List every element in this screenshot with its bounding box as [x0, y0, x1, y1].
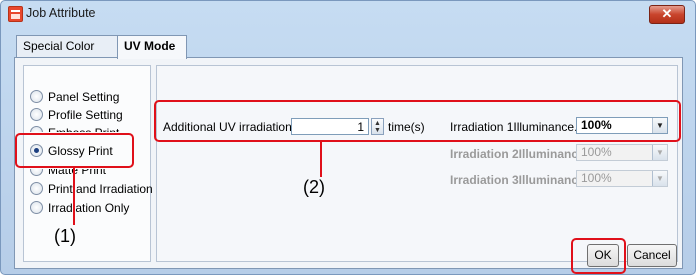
window-title: Job Attribute [26, 6, 96, 20]
mode-label: Panel Setting [48, 90, 120, 104]
mode-radio-irradiation-only[interactable]: Irradiation Only [30, 200, 129, 216]
callout-leader-1 [73, 168, 75, 225]
irradiation-2-value: 100% [581, 145, 612, 159]
callout-box-1 [15, 133, 134, 168]
mode-radio-profile-setting[interactable]: Profile Setting [30, 107, 123, 123]
mode-radio-panel-setting[interactable]: Panel Setting [30, 89, 119, 105]
app-icon [8, 6, 23, 22]
callout-leader-2 [320, 142, 322, 177]
irradiation-2-select[interactable]: 100% ▼ [576, 144, 668, 161]
callout-box-ok [571, 238, 626, 274]
radio-icon[interactable] [30, 108, 43, 122]
cancel-button[interactable]: Cancel [627, 244, 677, 267]
mode-label: Print and Irradiation [48, 182, 153, 196]
irradiation-3-value: 100% [581, 171, 612, 185]
irradiation-3-select[interactable]: 100% ▼ [576, 170, 668, 187]
radio-icon[interactable] [30, 90, 43, 104]
mode-label: Irradiation Only [48, 201, 130, 215]
radio-icon[interactable] [30, 182, 43, 196]
callout-label-2: (2) [303, 177, 325, 197]
radio-icon[interactable] [30, 201, 43, 215]
callout-box-2 [154, 100, 681, 142]
chevron-down-icon: ▼ [652, 171, 667, 186]
mode-radio-print-and-irradiation[interactable]: Print and Irradiation [30, 181, 153, 197]
irradiation-3-label: Irradiation 3Illuminance. [450, 173, 589, 187]
close-button[interactable]: ✕ [649, 5, 685, 24]
callout-label-1: (1) [54, 226, 76, 246]
tab-uv-mode[interactable]: UV Mode [117, 35, 187, 59]
title-bar[interactable]: Job Attribute ✕ [1, 1, 695, 27]
irradiation-2-label: Irradiation 2Illuminance. [450, 147, 589, 161]
tab-special-color[interactable]: Special Color [16, 35, 130, 58]
job-attribute-window: Job Attribute ✕ Special Color UV Mode Pa… [0, 0, 696, 275]
mode-label: Profile Setting [48, 108, 123, 122]
chevron-down-icon: ▼ [652, 145, 667, 160]
settings-panel [156, 65, 678, 262]
